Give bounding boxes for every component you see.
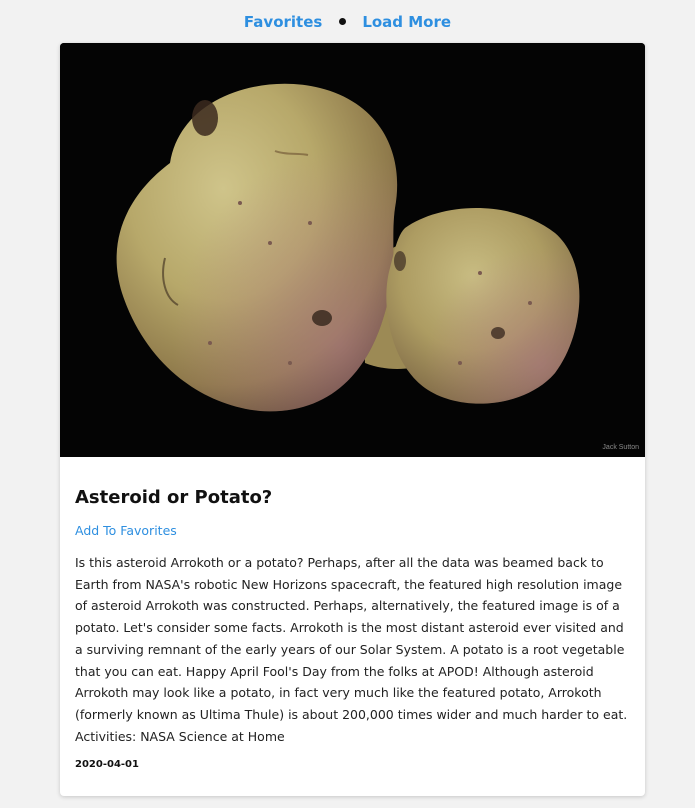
apod-date: 2020-04-01 (75, 759, 139, 771)
apod-card: Jack Sutton Asteroid or Potato? Add To F… (60, 43, 645, 796)
apod-title: Asteroid or Potato? (75, 487, 273, 508)
potato-illustration (60, 43, 645, 457)
add-to-favorites-link[interactable]: Add To Favorites (75, 522, 177, 540)
apod-image: Jack Sutton (60, 43, 645, 457)
nav-separator-dot (339, 18, 347, 25)
image-credit: Jack Sutton (602, 444, 639, 451)
top-nav: Favorites Load More (0, 0, 695, 43)
load-more-link[interactable]: Load More (362, 13, 451, 31)
apod-explanation: Is this asteroid Arrokoth or a potato? P… (75, 555, 628, 744)
card-body: Asteroid or Potato? Add To Favorites Is … (60, 487, 645, 770)
favorites-link[interactable]: Favorites (244, 13, 322, 31)
